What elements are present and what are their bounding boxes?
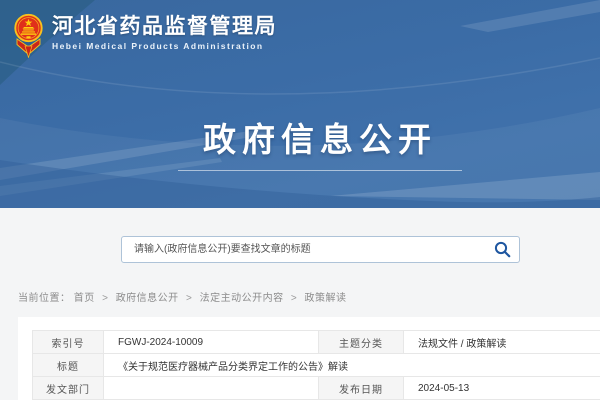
breadcrumb-item-disclosure-content[interactable]: 法定主动公开内容 [200,293,284,304]
issuing-department-value [104,377,319,400]
banner-title: 政府信息公开 [0,113,600,161]
index-number-label: 索引号 [33,331,104,354]
org-name-en: Hebei Medical Products Administration [52,41,277,51]
table-row: 标题 《关于规范医疗器械产品分类界定工作的公告》解读 [33,354,600,377]
breadcrumb-item-home[interactable]: 首页 [74,293,95,304]
page: 河北省药品监督管理局 Hebei Medical Products Admini… [0,0,600,400]
breadcrumb-separator: > [102,293,108,304]
search-input[interactable] [122,237,485,262]
banner: 政府信息公开 [0,113,600,171]
site-header: 河北省药品监督管理局 Hebei Medical Products Admini… [0,0,600,208]
banner-underline [178,170,462,171]
org-name-zh: 河北省药品监督管理局 [52,16,277,38]
breadcrumb-separator: > [291,293,297,304]
document-info-table: 索引号 FGWJ-2024-10009 主题分类 法规文件 / 政策解读 标题 … [32,330,600,400]
site-title-block: 河北省药品监督管理局 Hebei Medical Products Admini… [52,13,277,51]
content-panel: 索引号 FGWJ-2024-10009 主题分类 法规文件 / 政策解读 标题 … [18,317,600,400]
title-label: 标题 [33,354,104,377]
search-bar [121,236,520,263]
breadcrumb-separator: > [186,293,192,304]
search-button[interactable] [485,237,519,262]
index-number-value: FGWJ-2024-10009 [104,331,319,354]
topic-category-value: 法规文件 / 政策解读 [404,331,600,354]
breadcrumb-item-gov-info[interactable]: 政府信息公开 [116,293,179,304]
breadcrumb: 当前位置： 首页 > 政府信息公开 > 法定主动公开内容 > 政策解读 [18,289,347,304]
search-icon [494,241,511,258]
site-logo[interactable]: 河北省药品监督管理局 Hebei Medical Products Admini… [13,13,277,58]
national-emblem-icon [13,13,44,58]
breadcrumb-label: 当前位置： [18,293,71,304]
breadcrumb-item-policy-interpretation: 政策解读 [305,293,347,304]
publish-date-value: 2024-05-13 [404,377,600,400]
table-row: 索引号 FGWJ-2024-10009 主题分类 法规文件 / 政策解读 [33,331,600,354]
publish-date-label: 发布日期 [319,377,404,400]
table-row: 发文部门 发布日期 2024-05-13 [33,377,600,400]
title-value: 《关于规范医疗器械产品分类界定工作的公告》解读 [104,354,600,377]
topic-category-label: 主题分类 [319,331,404,354]
issuing-department-label: 发文部门 [33,377,104,400]
